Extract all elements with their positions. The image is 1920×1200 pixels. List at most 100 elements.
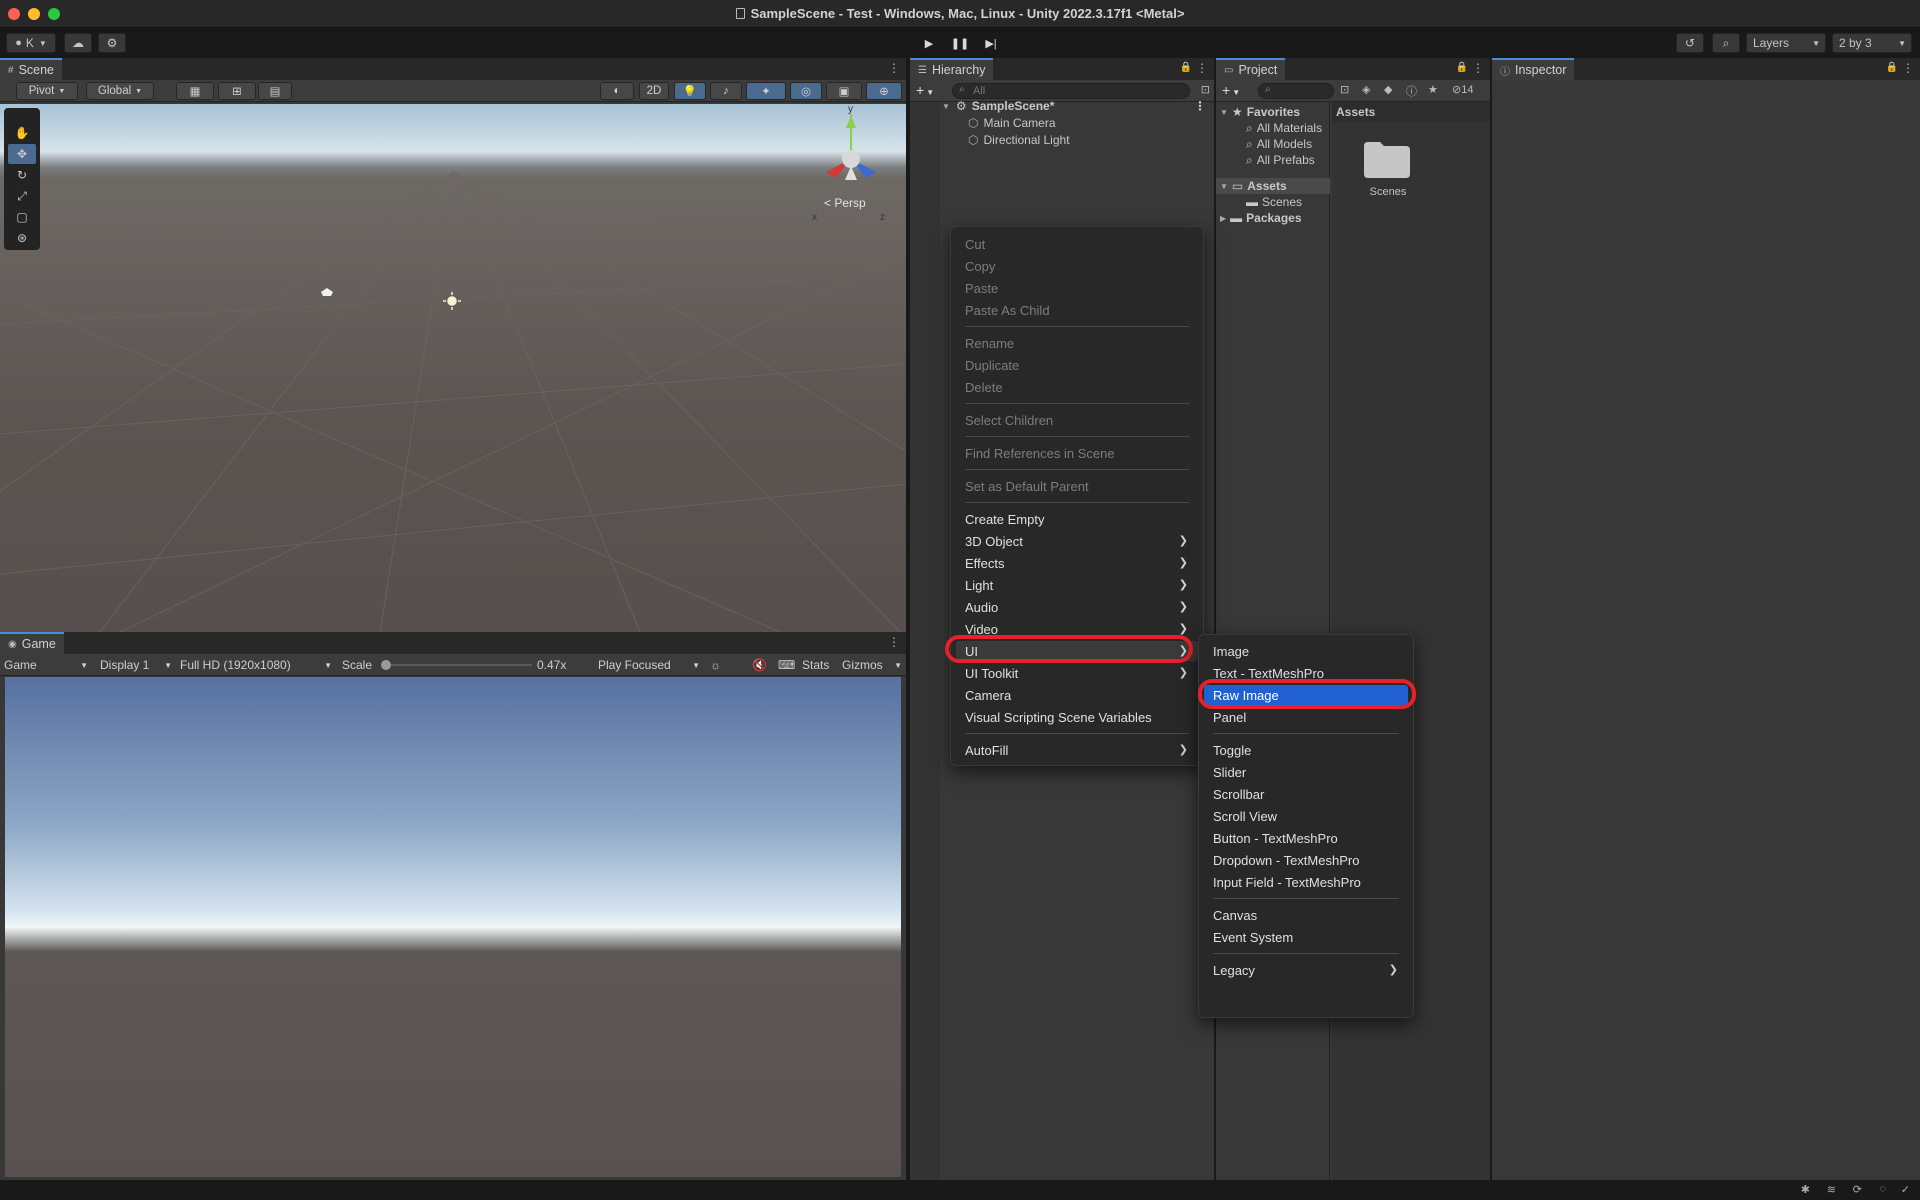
tab-scene[interactable]: # Scene <box>0 58 63 80</box>
submenu-item-toggle[interactable]: Toggle <box>1204 740 1408 760</box>
mute-audio-icon[interactable]: 🔇 <box>752 656 767 674</box>
rotate-tool-icon[interactable]: ↻ <box>8 165 36 185</box>
submenu-item-event-system[interactable]: Event System <box>1204 927 1408 947</box>
menu-item-create-empty[interactable]: Create Empty <box>956 509 1198 529</box>
cloud-icon[interactable]: ☁ <box>64 33 92 53</box>
assets-folder-row[interactable]: ▼ ▭ Assets <box>1216 178 1330 194</box>
more-options-icon[interactable]: ⋮ <box>888 635 900 649</box>
pivot-dropdown[interactable]: Pivot ▼ <box>16 82 78 100</box>
menu-item-duplicate[interactable]: Duplicate <box>956 355 1198 375</box>
tab-project[interactable]: ▭ Project <box>1216 58 1286 80</box>
menu-item-ui-toolkit[interactable]: UI Toolkit ❯ <box>956 663 1198 683</box>
expand-arrow-icon[interactable]: ▼ <box>942 102 950 111</box>
audio-icon[interactable]: ♪ <box>710 82 742 100</box>
orientation-gizmo[interactable] <box>826 114 876 180</box>
menu-item-set-default-parent[interactable]: Set as Default Parent <box>956 476 1198 496</box>
menu-item-rename[interactable]: Rename <box>956 333 1198 353</box>
move-tool-icon[interactable]: ✥ <box>8 144 36 164</box>
pause-icon[interactable]: ❚❚ <box>947 33 973 53</box>
project-search-input[interactable]: ⌕ <box>1258 83 1334 99</box>
tab-hierarchy[interactable]: ☰ Hierarchy <box>910 58 994 80</box>
grid-snap-icon[interactable]: ▦ <box>176 82 214 100</box>
bug-icon[interactable]: ☼ <box>710 656 721 674</box>
more-options-icon[interactable]: ⋮ <box>1196 61 1208 75</box>
search-scene-icon[interactable]: ⊡ <box>1340 83 1349 96</box>
submenu-item-slider[interactable]: Slider <box>1204 762 1408 782</box>
create-asset-button[interactable]: + ▼ <box>1222 82 1240 98</box>
collapse-arrow-icon[interactable]: ▶ <box>1220 214 1226 223</box>
list-item[interactable]: ⬡ Main Camera <box>968 115 1056 131</box>
auto-refresh-icon[interactable]: ⟳ <box>1853 1183 1862 1196</box>
menu-item-ui[interactable]: UI ❯ <box>956 641 1198 661</box>
submenu-item-canvas[interactable]: Canvas <box>1204 905 1408 925</box>
scene-root-row[interactable]: ▼ ⚙ SampleScene* ⋮ <box>942 98 1212 114</box>
more-options-icon[interactable]: ⋮ <box>888 61 900 75</box>
filter-label-icon[interactable]: ◆ <box>1384 83 1392 96</box>
menu-item-delete[interactable]: Delete <box>956 377 1198 397</box>
lock-icon[interactable]: 🔒 <box>1886 62 1898 73</box>
menu-item-light[interactable]: Light ❯ <box>956 575 1198 595</box>
menu-item-video[interactable]: Video ❯ <box>956 619 1198 639</box>
scene-viewport[interactable]: x y z < Persp ✋ ✥ ↻ ⤢ ▢ ⊛ <box>0 104 906 632</box>
submenu-item-image[interactable]: Image <box>1204 641 1408 661</box>
favorite-item[interactable]: ⌕ All Prefabs <box>1246 152 1315 168</box>
perspective-label[interactable]: < Persp <box>824 196 866 210</box>
menu-item-find-references[interactable]: Find References in Scene <box>956 443 1198 463</box>
menu-item-effects[interactable]: Effects ❯ <box>956 553 1198 573</box>
tab-game[interactable]: ◉ Game <box>0 632 64 654</box>
hand-tool-icon[interactable]: ✋ <box>8 123 36 143</box>
increment-snap-icon[interactable]: ⊞ <box>218 82 256 100</box>
filter-type-icon[interactable]: ◈ <box>1362 83 1370 96</box>
favorite-item[interactable]: ⌕ All Models <box>1246 136 1312 152</box>
more-options-icon[interactable]: ⋮ <box>1194 99 1206 113</box>
favorites-row[interactable]: ▼ ★ Favorites <box>1220 104 1300 120</box>
menu-item-select-children[interactable]: Select Children <box>956 410 1198 430</box>
more-options-icon[interactable]: ⋮ <box>1902 61 1914 75</box>
folder-tile[interactable] <box>1362 138 1412 180</box>
submenu-item-text-tmp[interactable]: Text - TextMeshPro <box>1204 663 1408 683</box>
history-icon[interactable]: ↺ <box>1676 33 1704 53</box>
scale-slider-track[interactable] <box>384 664 532 666</box>
debug-icon[interactable]: ✱ <box>1801 1183 1810 1196</box>
transform-tool-icon[interactable]: ⊛ <box>8 228 36 248</box>
play-focused-dropdown[interactable]: Play Focused ▼ <box>598 656 702 674</box>
lock-icon[interactable]: 🔒 <box>1456 62 1468 73</box>
resolution-dropdown[interactable]: Full HD (1920x1080) ▼ <box>180 656 334 674</box>
stats-button[interactable]: Stats <box>802 656 829 674</box>
search-icon[interactable]: ⌕ <box>1712 33 1740 53</box>
menu-item-camera[interactable]: Camera <box>956 685 1198 705</box>
scale-tool-icon[interactable]: ⤢ <box>8 186 36 206</box>
submenu-item-button-tmp[interactable]: Button - TextMeshPro <box>1204 828 1408 848</box>
expand-arrow-icon[interactable]: ▼ <box>1220 108 1228 117</box>
lock-icon[interactable]: 🔒 <box>1180 62 1192 73</box>
lighting-icon[interactable]: 💡 <box>674 82 706 100</box>
menu-item-cut[interactable]: Cut <box>956 234 1198 254</box>
submenu-item-input-field-tmp[interactable]: Input Field - TextMeshPro <box>1204 872 1408 892</box>
submenu-item-scroll-view[interactable]: Scroll View <box>1204 806 1408 826</box>
keyboard-icon[interactable]: ⌨ <box>778 656 795 674</box>
camera-gizmo-icon[interactable] <box>321 288 333 296</box>
check-icon[interactable]: ✓ <box>1901 1183 1910 1196</box>
gizmos-dropdown[interactable]: Gizmos ▼ <box>842 656 902 674</box>
shading-mode-icon[interactable]: ◐ <box>600 82 634 100</box>
layout-dropdown[interactable]: 2 by 3 ▼ <box>1832 33 1912 53</box>
light-gizmo-icon[interactable] <box>443 292 461 310</box>
folder-item[interactable]: ▬ Scenes <box>1246 194 1302 210</box>
hierarchy-search-input[interactable]: ⌕ All <box>952 83 1190 99</box>
submenu-item-scrollbar[interactable]: Scrollbar <box>1204 784 1408 804</box>
submenu-item-panel[interactable]: Panel <box>1204 707 1408 727</box>
scale-slider-thumb[interactable] <box>381 660 391 670</box>
display-dropdown[interactable]: Display 1 ▼ <box>100 656 174 674</box>
game-mode-dropdown[interactable]: Game ▼ <box>4 656 90 674</box>
menu-item-paste[interactable]: Paste <box>956 278 1198 298</box>
rect-tool-icon[interactable]: ▢ <box>8 207 36 227</box>
mode-2d-button[interactable]: 2D <box>639 82 669 100</box>
visibility-icon[interactable]: ◎ <box>790 82 822 100</box>
add-object-button[interactable]: + ▼ <box>916 82 934 98</box>
submenu-item-legacy[interactable]: Legacy ❯ <box>1204 960 1408 980</box>
scene-search-icon[interactable]: ⊡ <box>1201 83 1210 96</box>
submenu-item-raw-image[interactable]: Raw Image <box>1204 685 1408 705</box>
packages-folder-row[interactable]: ▶ ▬ Packages <box>1220 210 1302 226</box>
tab-inspector[interactable]: ⓘ Inspector <box>1492 58 1575 80</box>
effects-icon[interactable]: ✦ <box>746 82 786 100</box>
